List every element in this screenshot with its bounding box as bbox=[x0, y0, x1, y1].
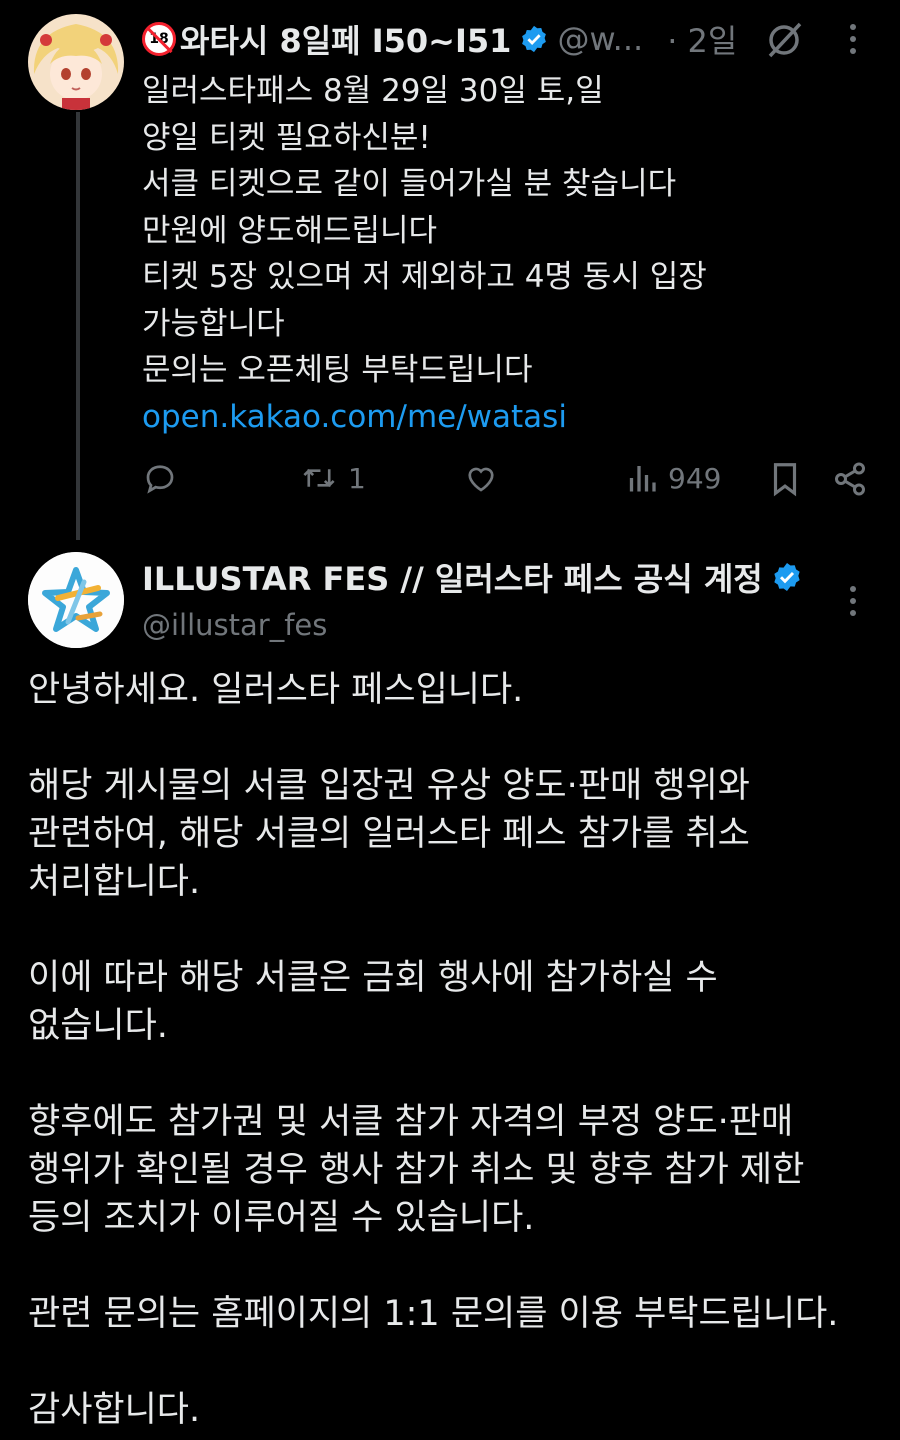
tweet-line: 일러스타패스 8월 29일 30일 토,일 bbox=[142, 73, 604, 109]
grok-icon[interactable] bbox=[764, 20, 804, 64]
tweet-avatar[interactable] bbox=[28, 14, 124, 110]
reply-action[interactable] bbox=[142, 460, 178, 496]
reply-line: 향후에도 참가권 및 서클 참가 자격의 부정 양도·판매 bbox=[28, 1102, 794, 1142]
tweet-author-name[interactable]: 와타시 8일페 I50~I51 bbox=[180, 16, 511, 62]
reply-paragraph: 안녕하세요. 일러스타 페스입니다. bbox=[28, 666, 838, 714]
tweet-line: 티켓 5장 있으며 저 제외하고 4명 동시 입장 bbox=[142, 259, 707, 295]
reply-line: 관련하여, 해당 서클의 일러스타 페스 참가를 취소 bbox=[28, 814, 750, 854]
reply-paragraph: 관련 문의는 홈페이지의 1:1 문의를 이용 부탁드립니다. bbox=[28, 1290, 838, 1338]
reply-handle[interactable]: @illustar_fes bbox=[142, 608, 327, 642]
reply-line: 처리합니다. bbox=[28, 862, 201, 902]
tweet-link[interactable]: open.kakao.com/me/watasi bbox=[142, 394, 707, 441]
reply-line: 이에 따라 해당 서클은 금회 행사에 참가하실 수 bbox=[28, 958, 718, 998]
tweet-line: 서클 티켓으로 같이 들어가실 분 찾습니다 bbox=[142, 166, 677, 202]
reply-line: 행위가 확인될 경우 행사 참가 취소 및 향후 참가 제한 bbox=[28, 1150, 805, 1190]
thread-connector bbox=[76, 112, 80, 540]
reply-line: 안녕하세요. 일러스타 페스입니다. bbox=[28, 670, 524, 710]
retweet-action[interactable]: 1 bbox=[300, 460, 366, 496]
reply-paragraph: 해당 게시물의 서클 입장권 유상 양도·판매 행위와 관련하여, 해당 서클의… bbox=[28, 762, 838, 906]
reply-author-name[interactable]: ILLUSTAR FES // 일러스타 페스 공식 계정 bbox=[142, 554, 763, 600]
share-icon[interactable] bbox=[832, 460, 868, 502]
tweet-handle[interactable]: @w... bbox=[557, 20, 643, 58]
views-icon bbox=[629, 466, 656, 492]
age-restriction-icon: 18 bbox=[142, 22, 176, 56]
reply-icon bbox=[146, 465, 174, 494]
tweet-header: 18 와타시 8일페 I50~I51 @w... · 2일 bbox=[142, 18, 737, 60]
verified-badge-icon bbox=[519, 24, 549, 54]
tweet-line: 가능합니다 bbox=[142, 305, 285, 342]
reply-header: ILLUSTAR FES // 일러스타 페스 공식 계정 bbox=[142, 556, 803, 598]
tweet-more-icon[interactable] bbox=[850, 24, 856, 54]
reply-paragraph: 이에 따라 해당 서클은 금회 행사에 참가하실 수 없습니다. bbox=[28, 954, 838, 1050]
reply-more-icon[interactable] bbox=[850, 586, 856, 616]
reply-avatar[interactable] bbox=[28, 552, 124, 648]
tweet-line: 만원에 양도해드립니다 bbox=[142, 212, 438, 249]
reply-line: 관련 문의는 홈페이지의 1:1 문의를 이용 부탁드립니다. bbox=[28, 1294, 839, 1334]
reply-line: 등의 조치가 이루어질 수 있습니다. bbox=[28, 1198, 535, 1238]
reply-body: 안녕하세요. 일러스타 페스입니다. 해당 게시물의 서클 입장권 유상 양도·… bbox=[28, 666, 838, 1434]
tweet-time[interactable]: · 2일 bbox=[667, 16, 737, 62]
illustar-logo-image bbox=[28, 552, 124, 648]
tweet-body: 일러스타패스 8월 29일 30일 토,일 양일 티켓 필요하신분! 서클 티켓… bbox=[142, 68, 707, 440]
retweet-count: 1 bbox=[348, 461, 366, 495]
reply-line: 없습니다. bbox=[28, 1006, 168, 1046]
like-icon bbox=[468, 467, 494, 492]
verified-badge-icon bbox=[771, 561, 803, 593]
retweet-icon bbox=[303, 468, 335, 488]
reply-line: 감사합니다. bbox=[28, 1390, 201, 1430]
views-action[interactable]: 949 bbox=[626, 460, 721, 496]
reply-paragraph: 향후에도 참가권 및 서클 참가 자격의 부정 양도·판매 행위가 확인될 경우… bbox=[28, 1098, 838, 1242]
reply-line: 해당 게시물의 서클 입장권 유상 양도·판매 행위와 bbox=[28, 766, 750, 806]
tweet-line: 문의는 오픈체팅 부탁드립니다 bbox=[142, 352, 533, 388]
view-count: 949 bbox=[668, 461, 722, 495]
reply-paragraph: 감사합니다. bbox=[28, 1386, 838, 1434]
bookmark-icon[interactable] bbox=[768, 460, 802, 502]
like-action[interactable] bbox=[462, 460, 500, 496]
tweet-line: 양일 티켓 필요하신분! bbox=[142, 119, 431, 156]
anime-avatar-image bbox=[28, 14, 124, 110]
